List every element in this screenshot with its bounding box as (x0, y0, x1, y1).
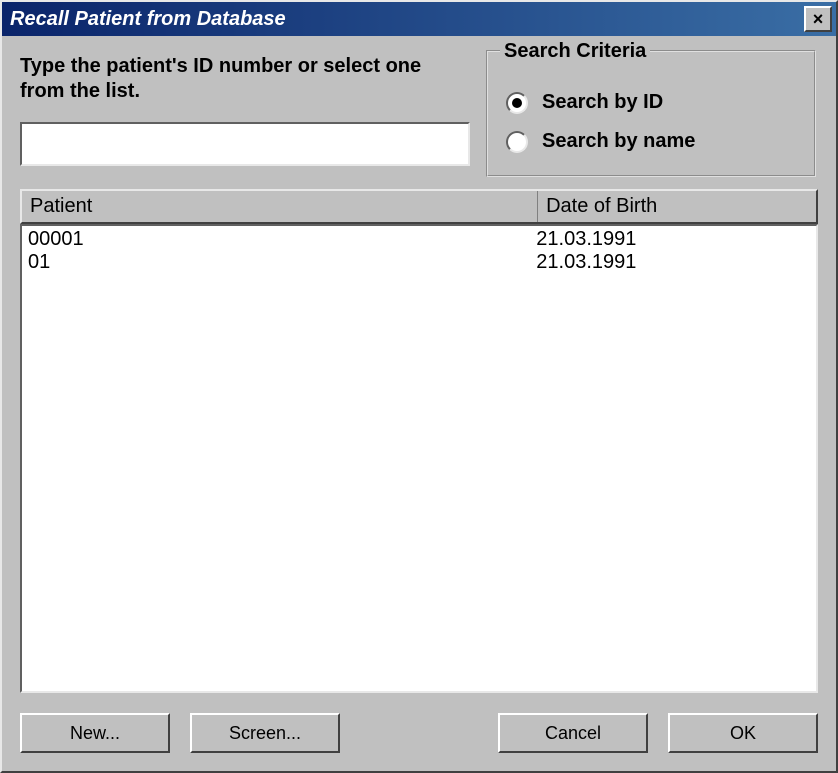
ok-button[interactable]: OK (668, 713, 818, 753)
column-header-dob[interactable]: Date of Birth (538, 191, 816, 222)
radio-icon (506, 131, 528, 153)
titlebar: Recall Patient from Database × (2, 2, 836, 36)
cell-dob: 21.03.1991 (536, 251, 810, 274)
search-left-pane: Type the patient's ID number or select o… (20, 50, 470, 166)
radio-search-by-id[interactable]: Search by ID (502, 83, 800, 122)
search-criteria-group: Search Criteria Search by ID Search by n… (486, 50, 816, 177)
radio-icon (506, 92, 528, 114)
button-row: New... Screen... Cancel OK (20, 701, 818, 753)
cell-patient: 01 (28, 251, 536, 274)
table-row[interactable]: 01 21.03.1991 (22, 251, 816, 274)
cell-dob: 21.03.1991 (536, 228, 810, 251)
cell-patient: 00001 (28, 228, 536, 251)
radio-search-by-name[interactable]: Search by name (502, 122, 800, 161)
table-body[interactable]: 00001 21.03.1991 01 21.03.1991 (20, 224, 818, 693)
close-icon: × (813, 9, 824, 30)
radio-dot-icon (512, 98, 522, 108)
column-header-patient[interactable]: Patient (22, 191, 538, 222)
cancel-button[interactable]: Cancel (498, 713, 648, 753)
screen-button[interactable]: Screen... (190, 713, 340, 753)
table-row[interactable]: 00001 21.03.1991 (22, 228, 816, 251)
radio-label: Search by ID (542, 91, 663, 114)
instruction-text: Type the patient's ID number or select o… (20, 54, 470, 104)
window-title: Recall Patient from Database (10, 8, 804, 31)
patient-table: Patient Date of Birth 00001 21.03.1991 0… (20, 189, 818, 693)
search-criteria-label: Search Criteria (500, 40, 650, 63)
patient-id-input[interactable] (28, 128, 462, 160)
client-area: Type the patient's ID number or select o… (2, 36, 836, 771)
top-row: Type the patient's ID number or select o… (20, 50, 818, 177)
search-input-frame (20, 122, 470, 166)
radio-label: Search by name (542, 130, 695, 153)
dialog-window: Recall Patient from Database × Type the … (0, 0, 838, 773)
table-header: Patient Date of Birth (20, 189, 818, 224)
new-button[interactable]: New... (20, 713, 170, 753)
close-button[interactable]: × (804, 6, 832, 32)
